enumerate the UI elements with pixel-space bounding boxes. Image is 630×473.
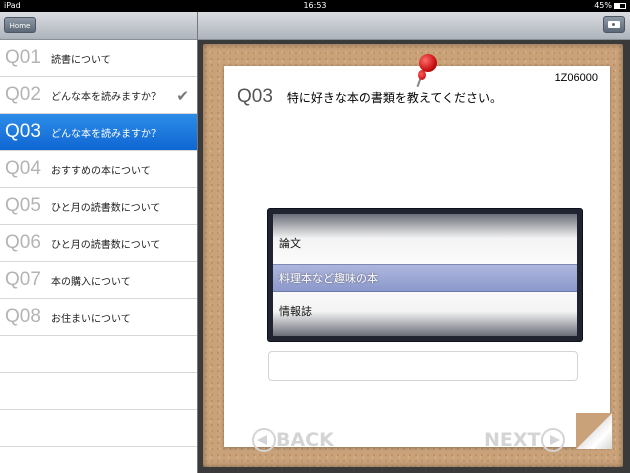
question-number: Q06 [5, 232, 41, 253]
battery-icon [614, 3, 626, 9]
status-time: 16:53 [303, 1, 327, 10]
next-label: NEXT [484, 429, 541, 451]
question-card: 1Z06000 Q03 特に好きな本の書類を教えてください。 論文 料理本など趣… [224, 54, 612, 452]
question-header: Q03 特に好きな本の書類を教えてください。 [237, 86, 502, 108]
question-text: 特に好きな本の書類を教えてください。 [286, 90, 502, 105]
question-title: どんな本を読みますか？ [51, 128, 161, 140]
empty-row [0, 410, 197, 447]
empty-row [0, 336, 197, 373]
question-number: Q03 [237, 86, 273, 107]
arrow-right-icon [540, 428, 565, 452]
status-bar: iPad 16:53 45% [0, 0, 630, 12]
survey-code: 1Z06000 [554, 72, 598, 84]
question-number: Q04 [5, 158, 41, 179]
sidebar: Home Q01 読書について Q02 どんな本を読みますか？ ✔ Q03 どん… [0, 12, 198, 473]
question-title: おすすめの本について [51, 165, 151, 177]
question-number: Q08 [5, 306, 41, 327]
question-number: Q03 [5, 121, 41, 142]
question-title: お住まいについて [51, 313, 131, 325]
empty-row [0, 373, 197, 410]
question-item-q08[interactable]: Q08 お住まいについて [0, 299, 197, 336]
question-item-q01[interactable]: Q01 読書について [0, 40, 197, 77]
main-panel: 1Z06000 Q03 特に好きな本の書類を教えてください。 論文 料理本など趣… [198, 12, 630, 473]
question-title: ひと月の読書数について [51, 202, 161, 214]
question-title: どんな本を読みますか？ [51, 91, 161, 103]
question-item-q07[interactable]: Q07 本の購入について [0, 262, 197, 299]
picker-option[interactable]: 情報誌 [273, 298, 577, 326]
back-label: BACK [276, 429, 334, 451]
picker-option-selected[interactable]: 料理本など趣味の本 [273, 264, 577, 292]
question-title: 本の購入について [51, 276, 131, 288]
sidebar-header: Home [0, 12, 197, 40]
next-button[interactable]: NEXT [484, 428, 565, 452]
main-header [198, 12, 630, 40]
question-title: 読書について [51, 54, 111, 66]
home-button[interactable]: Home [4, 17, 36, 33]
question-item-q04[interactable]: Q04 おすすめの本について [0, 151, 197, 188]
question-list: Q01 読書について Q02 どんな本を読みますか？ ✔ Q03 どんな本を読み… [0, 40, 197, 447]
corkboard: 1Z06000 Q03 特に好きな本の書類を教えてください。 論文 料理本など趣… [203, 44, 623, 467]
back-button[interactable]: BACK [252, 428, 334, 452]
question-item-q03[interactable]: Q03 どんな本を読みますか？ [0, 114, 197, 151]
page-curl[interactable] [576, 413, 612, 449]
question-number: Q07 [5, 269, 41, 290]
picker-option[interactable]: 論文 [273, 230, 577, 258]
question-number: Q05 [5, 195, 41, 216]
question-item-q05[interactable]: Q05 ひと月の読書数について [0, 188, 197, 225]
camera-button[interactable] [603, 16, 625, 33]
arrow-left-icon [252, 428, 276, 452]
question-number: Q01 [5, 47, 41, 68]
question-item-q02[interactable]: Q02 どんな本を読みますか？ ✔ [0, 77, 197, 114]
checkmark-icon: ✔ [176, 87, 189, 105]
question-title: ひと月の読書数について [51, 239, 161, 251]
question-item-q06[interactable]: Q06 ひと月の読書数について [0, 225, 197, 262]
answer-field[interactable] [268, 351, 578, 381]
option-picker[interactable]: 論文 料理本など趣味の本 情報誌 [268, 209, 582, 341]
battery-percent: 45% [594, 1, 612, 10]
question-number: Q02 [5, 84, 41, 105]
